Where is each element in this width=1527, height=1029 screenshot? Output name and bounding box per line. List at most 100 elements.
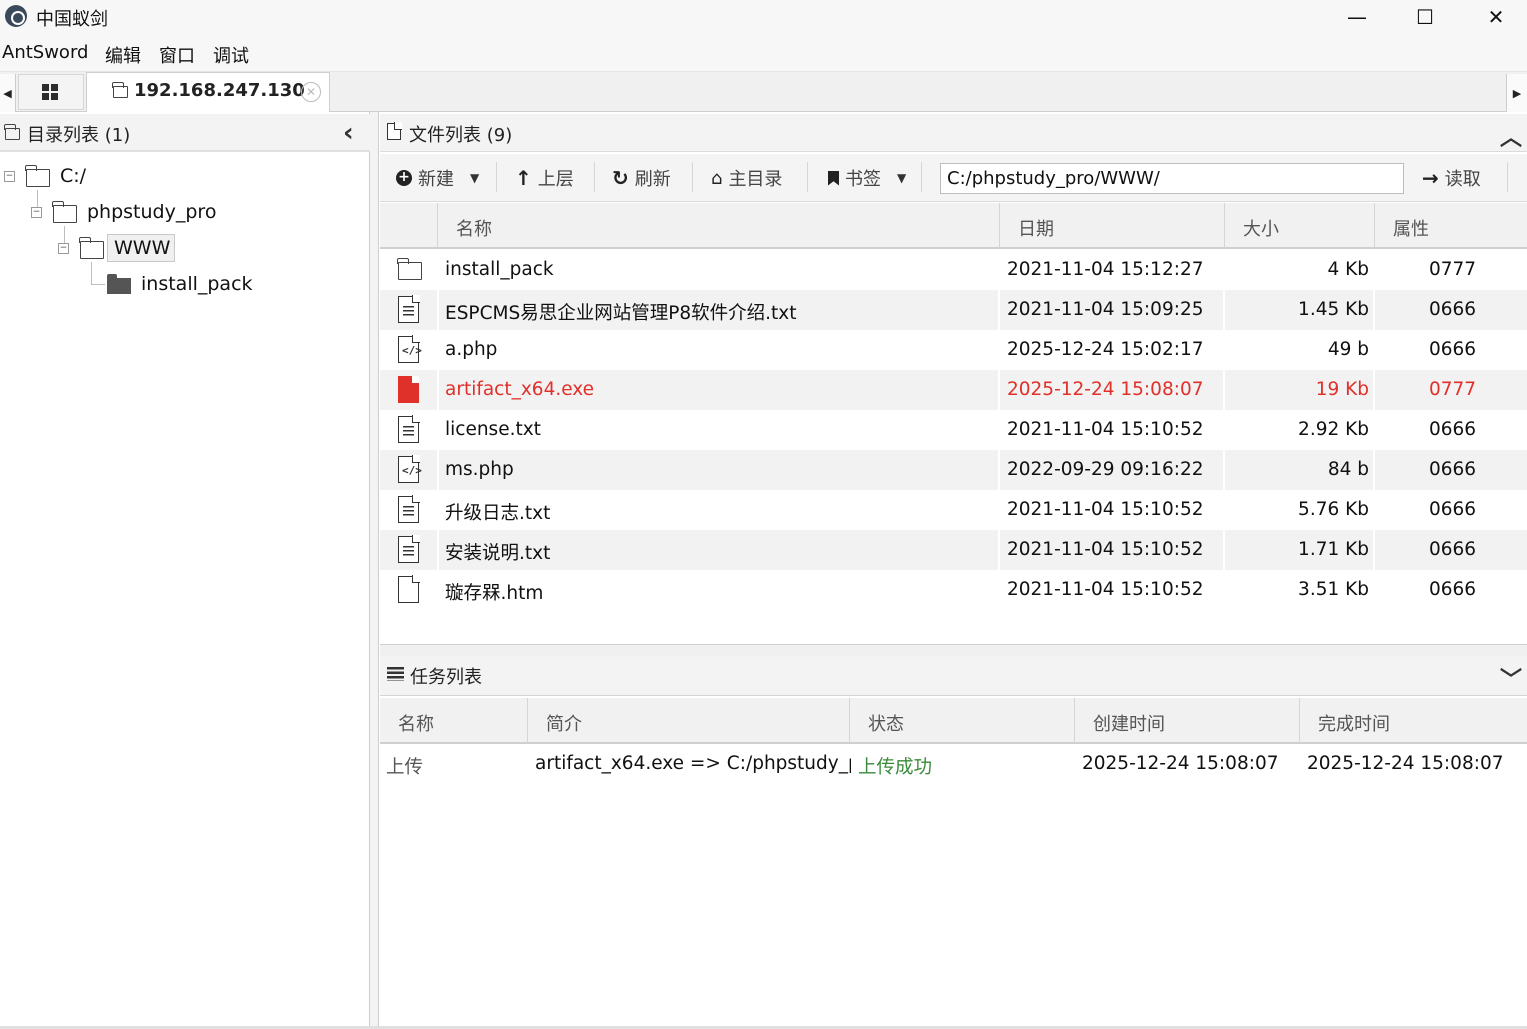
column-header-attributes[interactable]: 属性 <box>1375 203 1527 249</box>
task-column-finished[interactable]: 完成时间 <box>1300 698 1527 744</box>
directory-collapse-icon[interactable]: ‹ <box>343 118 354 148</box>
toolbar-divider <box>692 162 693 192</box>
toolbar-divider <box>496 162 497 192</box>
file-size: 2.92 Kb <box>1298 419 1369 440</box>
menu-edit[interactable]: 编辑 <box>105 42 141 68</box>
tree-expander-icon[interactable]: − <box>31 207 42 218</box>
task-panel-collapse-icon[interactable]: ﹀ <box>1500 662 1522 694</box>
file-header-document-icon <box>387 122 402 140</box>
close-button[interactable]: ✕ <box>1466 0 1526 34</box>
folder-icon <box>52 201 77 223</box>
task-description: artifact_x64.exe => C:/phpstudy_pro/WWW/ <box>535 753 851 774</box>
file-panel-title: 文件列表 (9) <box>409 125 513 146</box>
task-column-created[interactable]: 创建时间 <box>1075 698 1300 744</box>
tree-node-www[interactable]: WWW <box>114 237 170 259</box>
file-attributes: 0666 <box>1429 459 1477 480</box>
file-size: 1.45 Kb <box>1298 299 1369 320</box>
file-size: 4 Kb <box>1327 259 1369 280</box>
file-name: 安装说明.txt <box>445 543 551 564</box>
path-input[interactable] <box>940 163 1404 194</box>
arrow-up-icon: ↑ <box>515 166 532 190</box>
file-size: 49 b <box>1327 339 1369 360</box>
minimize-button[interactable]: — <box>1327 0 1387 34</box>
file-row-highlighted[interactable]: artifact_x64.exe 2025-12-24 15:08:07 19 … <box>380 370 1527 410</box>
file-date: 2022-09-29 09:16:22 <box>1007 459 1204 480</box>
file-date: 2021-11-04 15:10:52 <box>1007 419 1204 440</box>
task-name: 上传 <box>386 757 424 778</box>
menu-window[interactable]: 窗口 <box>159 42 195 68</box>
file-date: 2021-11-04 15:12:27 <box>1007 259 1204 280</box>
column-header-size[interactable]: 大小 <box>1225 203 1375 249</box>
up-level-button[interactable]: ↑ 上层 <box>515 165 574 191</box>
maximize-button[interactable]: ☐ <box>1395 0 1455 34</box>
menu-debug[interactable]: 调试 <box>213 42 249 68</box>
file-size: 1.71 Kb <box>1298 539 1369 560</box>
tab-scroll-left-icon[interactable]: ◀ <box>0 74 16 112</box>
blank-file-icon <box>398 575 420 603</box>
file-date: 2021-11-04 15:09:25 <box>1007 299 1204 320</box>
directory-header-folder-icon <box>4 124 20 140</box>
file-date: 2025-12-24 15:02:17 <box>1007 339 1204 360</box>
file-attributes: 0666 <box>1429 539 1477 560</box>
tab-close-icon[interactable]: ✕ <box>301 82 321 102</box>
task-finished-time: 2025-12-24 15:08:07 <box>1307 753 1504 774</box>
file-date: 2021-11-04 15:10:52 <box>1007 539 1204 560</box>
file-date: 2021-11-04 15:10:52 <box>1007 579 1204 600</box>
file-attributes: 0666 <box>1429 419 1477 440</box>
task-panel-resize-handle[interactable] <box>380 644 1527 656</box>
file-name: 璇存槑.htm <box>445 583 544 604</box>
file-row[interactable]: license.txt 2021-11-04 15:10:52 2.92 Kb … <box>380 410 1527 450</box>
file-attributes: 0666 <box>1429 579 1477 600</box>
window-title: 中国蚁剑 <box>36 9 108 30</box>
column-header-name[interactable]: 名称 <box>438 203 1000 249</box>
file-panel-collapse-icon[interactable]: ︿ <box>1500 120 1522 152</box>
task-panel-header <box>380 656 1527 696</box>
file-row[interactable]: install_pack 2021-11-04 15:12:27 4 Kb 07… <box>380 250 1527 290</box>
task-column-status[interactable]: 状态 <box>850 698 1075 744</box>
text-file-icon <box>398 495 420 523</box>
menu-antsword[interactable]: AntSword <box>2 42 88 63</box>
tab-scroll-right-icon[interactable]: ▶ <box>1506 74 1527 112</box>
file-attributes: 0666 <box>1429 339 1477 360</box>
file-row[interactable]: </> ms.php 2022-09-29 09:16:22 84 b 0666 <box>380 450 1527 490</box>
file-row[interactable]: 升级日志.txt 2021-11-04 15:10:52 5.76 Kb 066… <box>380 490 1527 530</box>
tab-home-grid[interactable] <box>18 74 84 110</box>
refresh-label: 刷新 <box>634 169 671 190</box>
text-file-icon <box>398 295 420 323</box>
tree-node-install-pack[interactable]: install_pack <box>141 273 253 295</box>
home-directory-button[interactable]: ⌂ 主目录 <box>711 165 782 191</box>
tree-expander-icon[interactable]: − <box>4 171 15 182</box>
folder-icon <box>79 237 104 259</box>
title-bar <box>0 0 1527 36</box>
read-path-label: 读取 <box>1444 169 1481 190</box>
file-size: 84 b <box>1327 459 1369 480</box>
file-size: 19 Kb <box>1315 379 1369 400</box>
file-row[interactable]: </> a.php 2025-12-24 15:02:17 49 b 0666 <box>380 330 1527 370</box>
file-attributes: 0666 <box>1429 299 1477 320</box>
tree-node-c-drive[interactable]: C:/ <box>60 165 86 187</box>
tree-expander-icon[interactable]: − <box>58 243 69 254</box>
refresh-button[interactable]: ↻ 刷新 <box>612 165 671 191</box>
column-header-icon <box>380 203 438 249</box>
tree-line <box>91 284 105 285</box>
file-row[interactable]: 安装说明.txt 2021-11-04 15:10:52 1.71 Kb 066… <box>380 530 1527 570</box>
toolbar-divider <box>807 162 808 192</box>
column-header-date[interactable]: 日期 <box>1000 203 1225 249</box>
arrow-right-icon: → <box>1422 166 1439 190</box>
panel-splitter[interactable] <box>370 112 379 1029</box>
task-column-name[interactable]: 名称 <box>380 698 528 744</box>
new-button[interactable]: + 新建 ▼ <box>396 165 479 191</box>
tree-node-phpstudy-pro[interactable]: phpstudy_pro <box>87 201 216 223</box>
file-row[interactable]: 璇存槑.htm 2021-11-04 15:10:52 3.51 Kb 0666 <box>380 570 1527 610</box>
task-column-description[interactable]: 简介 <box>528 698 850 744</box>
bookmark-button[interactable]: 书签 ▼ <box>828 165 906 191</box>
task-status: 上传成功 <box>858 757 933 778</box>
up-level-label: 上层 <box>537 169 574 190</box>
file-attributes: 0777 <box>1429 379 1477 400</box>
read-path-button[interactable]: → 读取 <box>1422 165 1481 191</box>
file-name: ESPCMS易思企业网站管理P8软件介绍.txt <box>445 303 797 324</box>
toolbar-divider <box>921 162 922 192</box>
file-size: 3.51 Kb <box>1298 579 1369 600</box>
directory-panel-title: 目录列表 (1) <box>27 125 131 146</box>
file-row[interactable]: ESPCMS易思企业网站管理P8软件介绍.txt 2021-11-04 15:0… <box>380 290 1527 330</box>
